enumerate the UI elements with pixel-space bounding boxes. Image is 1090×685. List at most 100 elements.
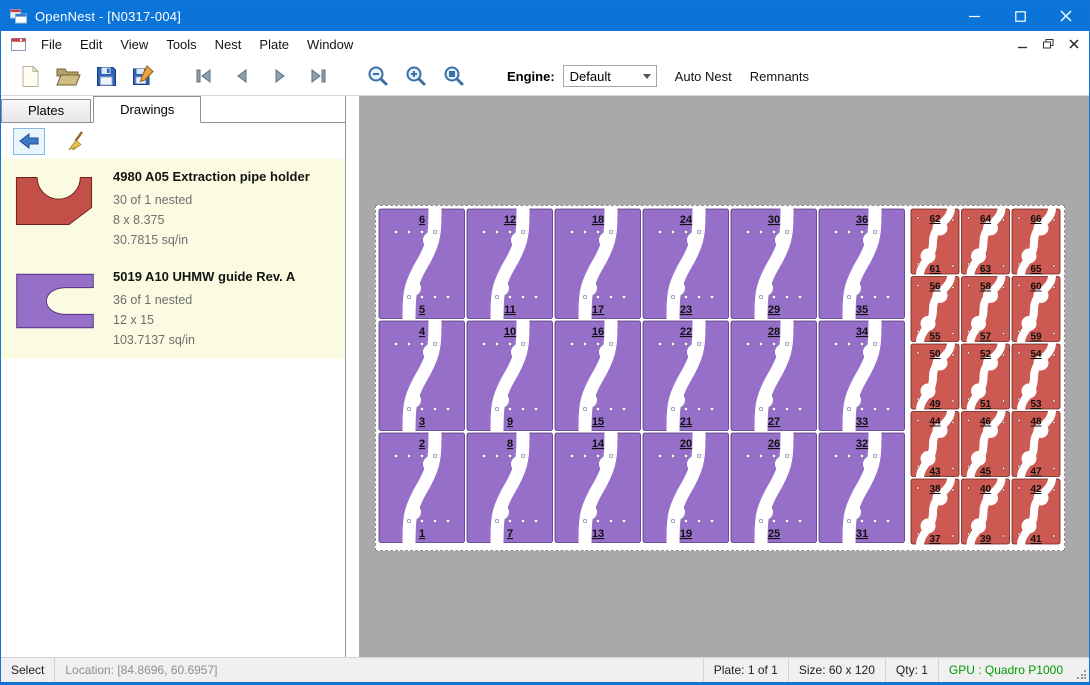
resize-grip[interactable]	[1073, 658, 1089, 682]
part-number: 33	[856, 416, 868, 428]
remnants-button[interactable]: Remnants	[750, 69, 809, 84]
minimize-button[interactable]	[951, 1, 997, 31]
part-number: 30	[768, 214, 780, 226]
list-item[interactable]: 5019 A10 UHMW guide Rev. A 36 of 1 neste…	[1, 259, 345, 359]
part-number: 3	[419, 416, 425, 428]
main-area: Plates Drawings	[1, 96, 1089, 657]
purple-part-pair[interactable]: 2827	[731, 320, 817, 432]
mdi-restore-button[interactable]	[1043, 39, 1054, 49]
purple-part-pair[interactable]: 2221	[643, 320, 729, 432]
resize-grip-icon	[1075, 668, 1087, 680]
mdi-close-button[interactable]	[1069, 39, 1079, 49]
menu-nest[interactable]: Nest	[206, 34, 251, 55]
drawing-area: 103.7137 sq/in	[113, 330, 295, 350]
red-part-pair[interactable]: 5049	[911, 343, 959, 411]
part-number: 2	[419, 438, 425, 450]
save-button[interactable]	[91, 61, 121, 91]
open-button[interactable]	[53, 61, 83, 91]
nest-canvas[interactable]: 6512111817242330293635431091615222128273…	[346, 96, 1089, 657]
go-previous-button[interactable]	[227, 61, 257, 91]
purple-part-pair[interactable]: 43	[379, 320, 465, 432]
red-part-pair[interactable]: 4039	[962, 478, 1010, 546]
part-number: 66	[1030, 214, 1042, 225]
drawings-toolbar	[1, 123, 345, 159]
purple-part-pair[interactable]: 3029	[731, 208, 817, 320]
drawing-nested: 30 of 1 nested	[113, 190, 310, 210]
red-part-pair[interactable]: 5857	[962, 276, 1010, 344]
red-part-pair[interactable]: 5251	[962, 343, 1010, 411]
red-part-pair[interactable]: 5655	[911, 276, 959, 344]
red-part-pair[interactable]: 4241	[1012, 478, 1060, 546]
part-number: 21	[680, 416, 692, 428]
auto-nest-button[interactable]: Auto Nest	[675, 69, 732, 84]
purple-part-pair[interactable]: 65	[379, 208, 465, 320]
purple-part-pair[interactable]: 3231	[819, 432, 905, 544]
purple-part-pair[interactable]: 3433	[819, 320, 905, 432]
purple-part-pair[interactable]: 21	[379, 432, 465, 544]
menu-window[interactable]: Window	[298, 34, 362, 55]
red-part-pair[interactable]: 4645	[962, 411, 1010, 479]
new-button[interactable]	[15, 61, 45, 91]
list-item[interactable]: 4980 A05 Extraction pipe holder 30 of 1 …	[1, 159, 345, 259]
menu-plate[interactable]: Plate	[250, 34, 298, 55]
red-part-pair[interactable]: 5453	[1012, 343, 1060, 411]
purple-part-pair[interactable]: 1817	[555, 208, 641, 320]
title-bar: OpenNest - [N0317-004]	[1, 1, 1089, 31]
tab-drawings[interactable]: Drawings	[93, 96, 201, 123]
part-number: 4	[419, 326, 426, 338]
red-part-pair[interactable]: 4847	[1012, 411, 1060, 479]
zoom-fit-button[interactable]	[439, 61, 469, 91]
uhmw-guide-shape	[17, 274, 94, 328]
part-number: 59	[1030, 332, 1042, 343]
red-part-pair[interactable]: 3837	[911, 478, 959, 546]
part-number: 9	[507, 416, 513, 428]
part-number: 44	[929, 417, 941, 428]
drawing-nested: 36 of 1 nested	[113, 290, 295, 310]
red-part-pair[interactable]: 66 65	[1012, 208, 1060, 276]
red-part-pair[interactable]: 6261	[911, 208, 959, 276]
tab-plates[interactable]: Plates	[1, 99, 91, 122]
purple-part-pair[interactable]: 2423	[643, 208, 729, 320]
drawing-name: 5019 A10 UHMW guide Rev. A	[113, 268, 295, 286]
purple-part-pair[interactable]: 2625	[731, 432, 817, 544]
status-gpu: GPU : Quadro P1000	[938, 658, 1073, 682]
red-part-pair[interactable]: 4443	[911, 411, 959, 479]
part-number: 65	[1030, 264, 1042, 275]
zoom-out-button[interactable]	[363, 61, 393, 91]
maximize-button[interactable]	[997, 1, 1043, 31]
menu-view[interactable]: View	[111, 34, 157, 55]
engine-value: Default	[570, 69, 611, 84]
mdi-minimize-button[interactable]	[1018, 39, 1028, 49]
go-first-button[interactable]	[189, 61, 219, 91]
plate[interactable]: 6512111817242330293635431091615222128273…	[375, 205, 1065, 551]
zoom-out-icon	[367, 65, 389, 87]
plate-canvas[interactable]: 6512111817242330293635431091615222128273…	[376, 206, 1064, 550]
purple-part-pair[interactable]: 3635	[819, 208, 905, 320]
status-size: Size: 60 x 120	[788, 658, 885, 682]
engine-select[interactable]: Default	[563, 65, 657, 87]
purple-part-pair[interactable]: 87	[467, 432, 553, 544]
close-button[interactable]	[1043, 1, 1089, 31]
go-next-button[interactable]	[265, 61, 295, 91]
purple-part-pair[interactable]: 1615	[555, 320, 641, 432]
drawing-size: 12 x 15	[113, 310, 295, 330]
purple-part-pair[interactable]: 2019	[643, 432, 729, 544]
status-bar: Select Location: [84.8696, 60.6957] Plat…	[1, 657, 1089, 682]
menu-tools[interactable]: Tools	[157, 34, 205, 55]
purple-part-pair[interactable]: 1413	[555, 432, 641, 544]
save-as-button[interactable]	[129, 61, 159, 91]
part-number: 24	[680, 214, 693, 226]
red-part-pair[interactable]: 6463	[962, 208, 1010, 276]
purple-part-pair[interactable]: 1211	[467, 208, 553, 320]
clean-drawings-button[interactable]	[61, 128, 93, 155]
menu-file[interactable]: File	[32, 34, 71, 55]
purple-part-pair[interactable]: 109	[467, 320, 553, 432]
go-last-button[interactable]	[303, 61, 333, 91]
part-number: 5	[419, 304, 425, 316]
menu-edit[interactable]: Edit	[71, 34, 111, 55]
red-part-pair[interactable]: 6059	[1012, 276, 1060, 344]
import-drawing-button[interactable]	[13, 128, 45, 155]
zoom-in-button[interactable]	[401, 61, 431, 91]
open-folder-icon	[55, 66, 81, 87]
part-number: 31	[856, 528, 868, 540]
